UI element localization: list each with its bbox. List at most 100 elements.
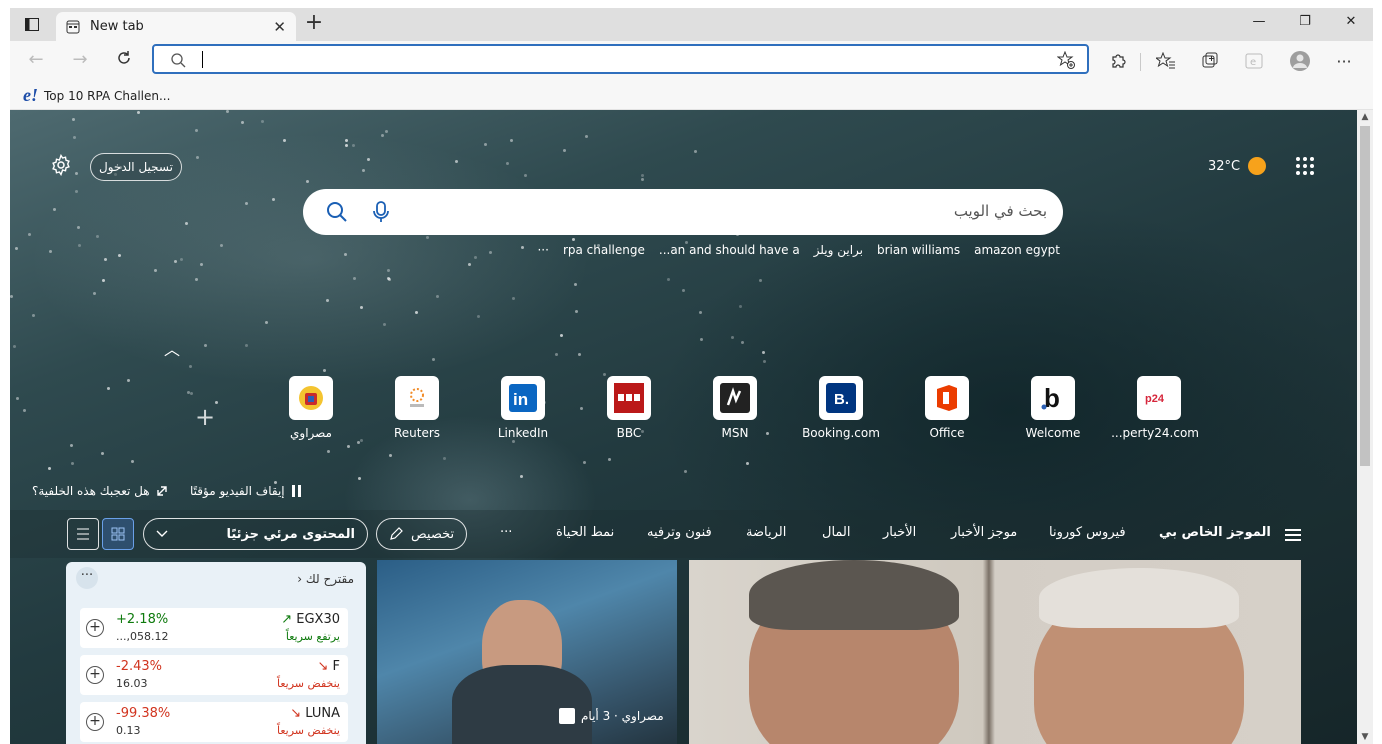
refresh-button[interactable] bbox=[112, 49, 136, 73]
quicklink-welcome[interactable]: b Welcome bbox=[1013, 376, 1093, 440]
add-watchlist-button[interactable]: + bbox=[86, 666, 104, 684]
water-sparkle bbox=[519, 475, 523, 479]
trending-item[interactable]: amazon egypt bbox=[974, 243, 1060, 263]
water-sparkle bbox=[189, 392, 193, 396]
new-tab-button[interactable]: + bbox=[302, 12, 326, 36]
scroll-down-icon[interactable]: ▼ bbox=[1357, 732, 1373, 742]
stock-row[interactable]: + -99.38% 0.13 ↘ LUNA ينخفض سريعاً bbox=[80, 702, 348, 742]
tile-label: Reuters bbox=[393, 426, 441, 440]
back-button[interactable]: ← bbox=[24, 49, 48, 73]
markets-header[interactable]: مقترح لك ‹ bbox=[297, 572, 354, 586]
water-sparkle bbox=[358, 477, 362, 481]
feed-tab-money[interactable]: المال bbox=[822, 525, 851, 540]
tab-actions-icon[interactable] bbox=[20, 14, 44, 34]
address-bar[interactable] bbox=[152, 44, 1089, 74]
favorite-logo: e! bbox=[23, 85, 38, 105]
pause-video-button[interactable]: إيقاف الفيديو مؤقتًا bbox=[190, 484, 303, 498]
stock-value: 0.13 bbox=[116, 724, 141, 737]
water-sparkle bbox=[759, 279, 763, 283]
quicklink-linkedin[interactable]: in LinkedIn bbox=[483, 376, 563, 440]
quicklink-reuters[interactable]: Reuters bbox=[377, 376, 457, 440]
water-sparkle bbox=[196, 156, 200, 160]
collapse-tiles-icon[interactable]: ︿ bbox=[164, 336, 180, 360]
quicklink-bbc[interactable]: BBC bbox=[589, 376, 669, 440]
chevron-left-icon: ‹ bbox=[297, 572, 303, 586]
quicklink-office[interactable]: Office bbox=[907, 376, 987, 440]
list-layout-button[interactable] bbox=[67, 518, 99, 550]
like-background-button[interactable]: هل تعجبك هذه الخلفية؟ bbox=[32, 484, 168, 498]
water-sparkle bbox=[200, 262, 204, 266]
water-sparkle bbox=[188, 365, 192, 369]
news-card-featured[interactable] bbox=[689, 560, 1301, 744]
personalize-button[interactable]: تخصيص bbox=[376, 518, 468, 550]
feed-tab-sports[interactable]: الرياضة bbox=[746, 525, 786, 540]
restore-button[interactable]: ❐ bbox=[1282, 14, 1328, 36]
stock-row[interactable]: + -2.43% 16.03 ↘ F ينخفض سريعاً bbox=[80, 655, 348, 695]
minimize-button[interactable]: — bbox=[1236, 14, 1282, 36]
forward-button[interactable]: → bbox=[68, 49, 92, 73]
grid-layout-button[interactable] bbox=[102, 518, 134, 550]
feed-tab-news-brief[interactable]: موجز الأخبار bbox=[951, 525, 1017, 540]
feed-tab-my-feed[interactable]: الموجز الخاص بي bbox=[1159, 525, 1271, 540]
news-card[interactable]: مصراوي · 3 أيام bbox=[377, 560, 677, 744]
water-sparkle bbox=[520, 245, 524, 249]
water-sparkle bbox=[345, 143, 349, 147]
quicklink-property24[interactable]: p24 perty24.com... bbox=[1111, 376, 1199, 440]
page-settings-icon[interactable] bbox=[50, 154, 72, 176]
trending-item[interactable]: an and should have a... bbox=[659, 243, 800, 263]
feed-tab-coronavirus[interactable]: فيروس كورونا bbox=[1049, 525, 1126, 540]
add-site-icon[interactable]: + bbox=[195, 403, 215, 431]
markets-more-button[interactable]: ··· bbox=[76, 567, 98, 589]
trending-item[interactable]: rpa challenge bbox=[563, 243, 645, 263]
quicklink-masrawy[interactable]: مصراوي bbox=[271, 376, 351, 440]
trending-item[interactable]: براين ويلز bbox=[814, 243, 863, 263]
water-sparkle bbox=[582, 461, 586, 465]
vertical-scrollbar[interactable]: ▲ ▼ bbox=[1357, 110, 1373, 744]
water-sparkle bbox=[95, 234, 99, 238]
profile-avatar[interactable] bbox=[1288, 49, 1312, 73]
collections-icon[interactable] bbox=[1198, 49, 1222, 73]
trending-item[interactable]: ··· bbox=[537, 243, 548, 263]
water-sparkle bbox=[425, 235, 429, 239]
scroll-up-icon[interactable]: ▲ bbox=[1357, 112, 1373, 122]
ie-mode-icon[interactable]: e bbox=[1242, 49, 1266, 73]
feed-tab-news[interactable]: الأخبار bbox=[883, 525, 916, 540]
add-favorite-icon[interactable] bbox=[1057, 51, 1075, 69]
content-visibility-dropdown[interactable]: المحتوى مرئي جزئيًا bbox=[143, 518, 368, 550]
quicklink-msn[interactable]: MSN bbox=[695, 376, 775, 440]
svg-text:p24: p24 bbox=[1145, 393, 1165, 405]
news-image-right-hair bbox=[1039, 568, 1239, 628]
weather-widget[interactable]: 32°C bbox=[1208, 157, 1267, 175]
microphone-icon[interactable] bbox=[373, 201, 389, 223]
stock-row[interactable]: + +2.18% ...,058.12 ↗ EGX30 يرتفع سريعاً bbox=[80, 608, 348, 648]
apps-launcher-icon[interactable] bbox=[1296, 157, 1314, 175]
trending-item[interactable]: brian williams bbox=[877, 243, 960, 263]
add-watchlist-button[interactable]: + bbox=[86, 619, 104, 637]
feed-more-icon[interactable]: ··· bbox=[500, 525, 512, 540]
toolbar: ← → e ··· bbox=[10, 41, 1373, 81]
favorites-icon[interactable] bbox=[1154, 49, 1178, 73]
favorite-item[interactable]: e! Top 10 RPA Challen... bbox=[23, 85, 170, 106]
stock-change: +2.18% bbox=[116, 612, 169, 627]
water-sparkle bbox=[127, 378, 131, 382]
add-watchlist-button[interactable]: + bbox=[86, 713, 104, 731]
feed-tab-entertainment[interactable]: فنون وترفيه bbox=[647, 525, 712, 540]
menu-icon[interactable] bbox=[1285, 529, 1301, 541]
settings-more-icon[interactable]: ··· bbox=[1332, 49, 1356, 73]
water-sparkle bbox=[49, 250, 53, 254]
close-window-button[interactable]: ✕ bbox=[1328, 14, 1373, 36]
quicklink-booking[interactable]: B. Booking.com bbox=[801, 376, 881, 440]
signin-button[interactable]: تسجيل الدخول bbox=[90, 153, 182, 181]
pencil-icon bbox=[390, 527, 403, 540]
water-sparkle bbox=[387, 269, 391, 273]
water-sparkle bbox=[381, 134, 385, 138]
svg-text:b: b bbox=[1044, 384, 1060, 412]
tab-new-tab[interactable]: New tab ✕ bbox=[56, 12, 296, 41]
web-search-box[interactable]: بحث في الويب bbox=[303, 189, 1063, 235]
scroll-thumb[interactable] bbox=[1360, 126, 1370, 466]
favorite-label: Top 10 RPA Challen... bbox=[44, 88, 171, 103]
close-tab-icon[interactable]: ✕ bbox=[273, 18, 286, 36]
feed-tab-lifestyle[interactable]: نمط الحياة bbox=[556, 525, 614, 540]
search-icon[interactable] bbox=[325, 200, 349, 224]
extensions-icon[interactable] bbox=[1106, 49, 1130, 73]
